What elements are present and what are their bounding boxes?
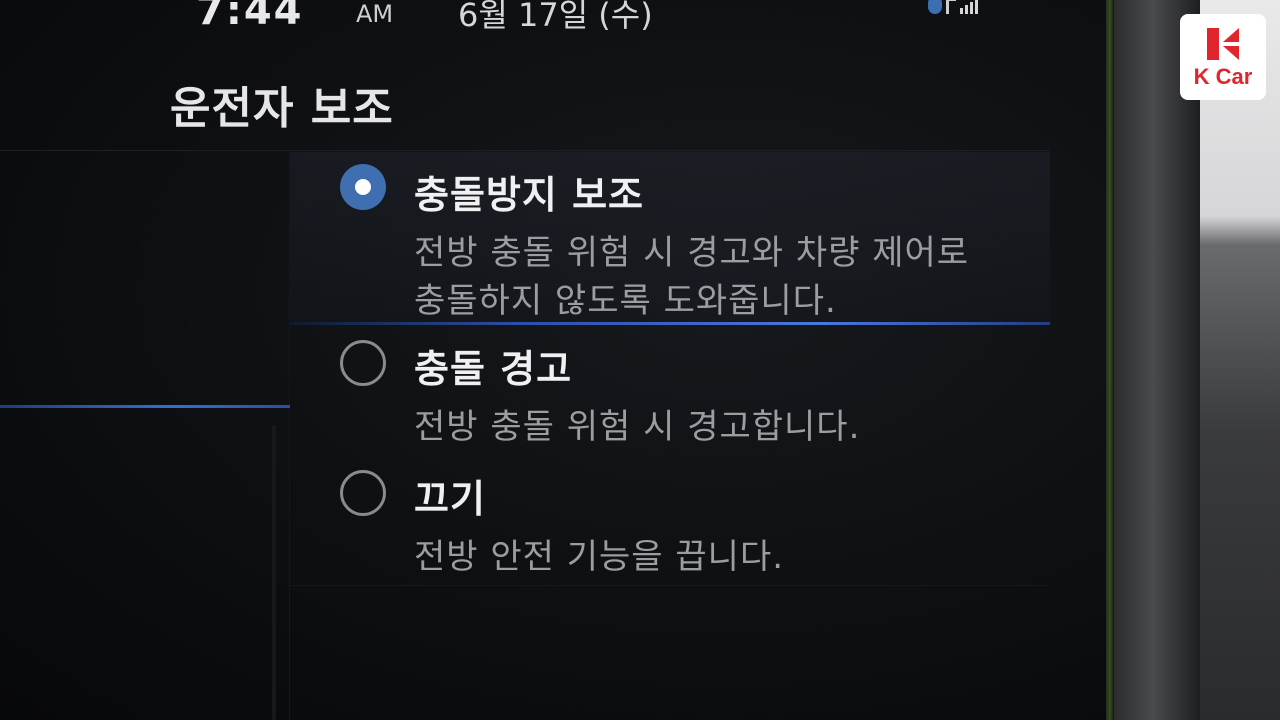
option-collision-warning[interactable]: 충돌 경고 전방 충돌 위험 시 경고합니다.	[290, 330, 1050, 450]
left-menu-panel	[0, 150, 290, 720]
option-title: 충돌방지 보조	[414, 173, 644, 217]
radio-button[interactable]	[340, 340, 386, 386]
kcar-logo-text: K Car	[1193, 64, 1253, 89]
list-bottom-divider	[290, 585, 1050, 586]
option-collision-avoidance-assist[interactable]: 충돌방지 보조 전방 충돌 위험 시 경고와 차량 제어로 충돌하지 않도록 도…	[290, 152, 1050, 322]
kcar-logo: K Car	[1180, 14, 1266, 100]
option-description-line2: 충돌하지 않도록 도와줍니다.	[414, 281, 837, 321]
radio-dot-icon	[355, 179, 371, 195]
infotainment-screen: 7:44 AM 6월 17일 (수) 운전자 보조 충돌방지 보조 전방 충돌 …	[0, 0, 1110, 720]
left-menu-selected-indicator	[0, 405, 290, 408]
option-off[interactable]: 끄기 전방 안전 기능을 끕니다.	[290, 460, 1050, 584]
screen-edge-glow	[1106, 0, 1114, 720]
clock-ampm: AM	[356, 0, 394, 28]
status-bar: 7:44 AM 6월 17일 (수)	[0, 0, 1100, 34]
option-list: 충돌방지 보조 전방 충돌 위험 시 경고와 차량 제어로 충돌하지 않도록 도…	[290, 152, 1050, 592]
radio-button-selected[interactable]	[340, 164, 386, 210]
clock-time: 7:44	[196, 0, 304, 34]
dashboard-frame	[1114, 0, 1200, 720]
option-description: 전방 안전 기능을 끕니다.	[414, 537, 785, 577]
kcar-logo-mark-icon	[1207, 28, 1239, 60]
page-title: 운전자 보조	[170, 83, 394, 134]
status-icons	[928, 0, 978, 14]
option-description-line1: 전방 충돌 위험 시 경고와 차량 제어로	[414, 233, 970, 273]
background-interior	[1200, 0, 1280, 720]
music-note-icon	[946, 0, 956, 14]
selected-underline	[290, 322, 1050, 325]
left-scrollbar[interactable]	[272, 425, 276, 720]
status-date: 6월 17일 (수)	[458, 0, 653, 34]
option-title: 충돌 경고	[414, 347, 573, 391]
signal-icon	[960, 0, 978, 14]
bluetooth-icon	[928, 0, 942, 14]
option-title: 끄기	[414, 477, 486, 521]
radio-button[interactable]	[340, 470, 386, 516]
option-description: 전방 충돌 위험 시 경고합니다.	[414, 407, 861, 447]
